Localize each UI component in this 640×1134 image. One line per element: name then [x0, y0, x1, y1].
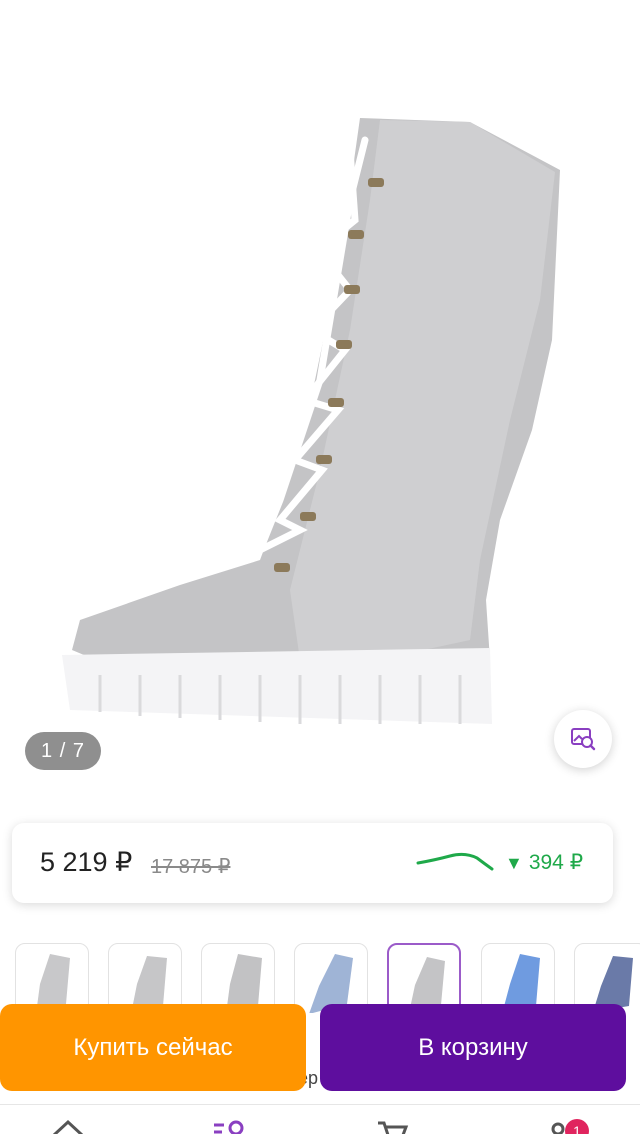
image-counter: 1 / 7	[25, 732, 101, 770]
old-price: 17 875 ₽	[151, 856, 231, 878]
price-history-graph	[416, 852, 494, 871]
thumbnail[interactable]	[294, 943, 368, 1013]
visual-search-button[interactable]	[554, 710, 612, 768]
home-icon	[52, 1119, 84, 1134]
image-search-icon	[571, 728, 596, 751]
tab-home[interactable]	[38, 1105, 98, 1134]
bottom-tab-bar	[0, 1104, 640, 1134]
thumbnail-active[interactable]	[387, 943, 461, 1013]
thumbnail-strip[interactable]	[0, 943, 640, 1013]
product-image	[62, 118, 560, 724]
tab-catalog[interactable]	[200, 1105, 260, 1134]
thumbnail[interactable]	[201, 943, 275, 1013]
add-to-cart-button[interactable]: В корзину	[320, 1004, 626, 1091]
price-card[interactable]: 5 219 ₽ 17 875 ₽ ▼ 394 ₽	[12, 823, 613, 903]
current-price: 5 219 ₽	[40, 847, 133, 877]
down-triangle-icon: ▼	[505, 853, 523, 873]
product-gallery[interactable]	[0, 0, 640, 800]
catalog-search-icon	[214, 1120, 244, 1134]
price-drop-value: 394 ₽	[528, 851, 584, 874]
thumbnail[interactable]	[574, 943, 640, 1013]
thumbnail[interactable]	[481, 943, 555, 1013]
thumbnail[interactable]	[108, 943, 182, 1013]
tab-cart[interactable]	[362, 1105, 422, 1134]
thumbnail[interactable]	[15, 943, 89, 1013]
buy-now-button[interactable]: Купить сейчас	[0, 1004, 306, 1091]
cart-icon	[378, 1121, 409, 1134]
price-drop: ▼ 394 ₽	[505, 850, 583, 875]
